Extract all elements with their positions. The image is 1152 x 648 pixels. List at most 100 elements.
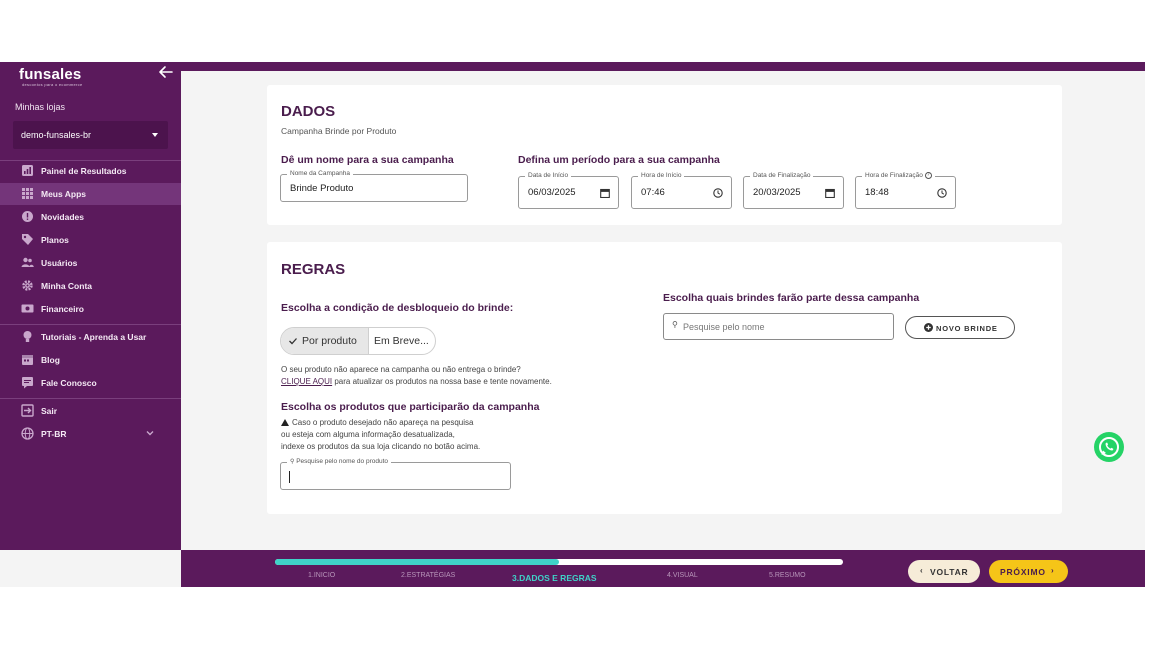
start-time-field[interactable]: Hora de Início 07:46 [631, 172, 732, 209]
store-select-value: demo-funsales-br [21, 130, 92, 140]
sidebar-item-label: Financeiro [41, 304, 84, 314]
sidebar-item-fale-conosco[interactable]: Fale Conosco [0, 372, 181, 394]
clock-icon[interactable] [713, 188, 723, 198]
dados-title: DADOS [281, 103, 336, 120]
campaign-period-heading: Defina um período para a sua campanha [518, 154, 720, 166]
app-window: funsales descontos para o ecommerce Minh… [0, 62, 1145, 587]
step-dados-regras[interactable]: 3.DADOS E REGRAS [512, 573, 597, 583]
warning-line: indexe os produtos da sua loja clicando … [281, 442, 481, 451]
sidebar-item-label: Blog [41, 355, 60, 365]
gifts-heading: Escolha quais brindes farão parte dessa … [663, 292, 920, 304]
lightbulb-icon [23, 331, 32, 342]
warning-note: Caso o produto desejado não apareça na p… [281, 417, 581, 453]
sidebar-item-planos[interactable]: Planos [0, 229, 181, 251]
dashboard-icon [22, 165, 33, 176]
sidebar-item-minha-conta[interactable]: Minha Conta [0, 275, 181, 297]
plus-circle-icon [924, 323, 933, 332]
brand-tagline: descontos para o ecommerce [22, 82, 83, 87]
end-time-field[interactable]: Hora de Finalização ? 18:48 [855, 172, 956, 209]
step-estrategias[interactable]: 2.ESTRATÉGIAS [401, 572, 455, 579]
money-icon [21, 304, 34, 313]
product-missing-note: O seu produto não aparece na campanha ou… [281, 364, 621, 388]
new-gift-label: NOVO BRINDE [936, 324, 998, 333]
step-visual[interactable]: 4.VISUAL [667, 572, 698, 579]
sidebar-item-meus-apps[interactable]: Meus Apps [0, 183, 181, 205]
warning-triangle-icon [281, 419, 289, 426]
product-search-input[interactable]: ⚲ Pesquise pelo nome do produto [280, 458, 511, 490]
sidebar-item-financeiro[interactable]: Financeiro [0, 298, 181, 320]
sidebar-item-usuarios[interactable]: Usuários [0, 252, 181, 274]
chevron-down-icon [146, 431, 154, 436]
apps-grid-icon [22, 188, 33, 199]
back-label: VOLTAR [930, 567, 969, 577]
caret-down-icon [152, 133, 158, 137]
sidebar-item-label: Sair [41, 406, 58, 416]
warning-line: ou esteja com alguma informação desatual… [281, 430, 455, 439]
end-time-legend-text: Hora de Finalização [865, 172, 923, 180]
check-icon [289, 338, 297, 345]
sidebar-item-painel[interactable]: Painel de Resultados [0, 160, 181, 182]
globe-icon [21, 427, 34, 440]
gift-search-input[interactable]: ⚲ Pesquise pelo nome [663, 313, 894, 340]
sidebar-item-novidades[interactable]: Novidades [0, 206, 181, 228]
note-line: CLIQUE AQUI para atualizar os produtos n… [281, 376, 621, 388]
option-por-produto[interactable]: Por produto [281, 328, 369, 354]
start-date-value: 06/03/2025 [528, 187, 576, 198]
sidebar-item-tutoriais[interactable]: Tutoriais - Aprenda a Usar [0, 326, 181, 348]
unlock-condition-toggle: Por produto Em Breve... [280, 327, 436, 355]
note-line: O seu produto não aparece na campanha ou… [281, 365, 521, 374]
chevron-right-icon: › [1051, 566, 1055, 575]
campaign-name-field[interactable]: Nome da Campanha Brinde Produto [280, 170, 468, 202]
end-date-field[interactable]: Data de Finalização 20/03/2025 [743, 172, 844, 209]
search-icon: ⚲ [290, 459, 295, 465]
sidebar-item-label: Novidades [41, 212, 84, 222]
news-icon [22, 211, 33, 222]
help-icon[interactable]: ? [924, 172, 932, 179]
field-legend: Data de Início [525, 172, 572, 179]
sidebar-item-label: Tutoriais - Aprenda a Usar [41, 332, 147, 342]
dados-subtitle: Campanha Brinde por Produto [281, 126, 397, 136]
step-inicio[interactable]: 1.INICIO [308, 572, 335, 579]
logout-icon [21, 404, 34, 417]
gear-icon [22, 280, 33, 291]
collapse-sidebar-arrow-icon[interactable] [158, 64, 174, 80]
new-gift-button[interactable]: NOVO BRINDE [905, 316, 1015, 339]
clock-icon[interactable] [937, 188, 947, 198]
tag-icon [22, 234, 33, 245]
product-search-legend: Pesquise pelo nome do produto [296, 458, 389, 465]
start-time-value: 07:46 [641, 187, 665, 198]
regras-card: REGRAS Escolha a condição de desbloqueio… [267, 242, 1062, 514]
wizard-progress-fill [275, 559, 559, 565]
unlock-condition-heading: Escolha a condição de desbloqueio do bri… [281, 302, 514, 314]
language-select[interactable]: PT-BR [0, 423, 181, 445]
wizard-footer: 1.INICIO 2.ESTRATÉGIAS 3.DADOS E REGRAS … [181, 550, 1145, 587]
calendar-icon [22, 355, 33, 365]
click-here-link[interactable]: CLIQUE AQUI [281, 377, 332, 386]
back-button[interactable]: ‹ VOLTAR [908, 560, 980, 583]
sidebar-item-label: Meus Apps [41, 189, 87, 199]
sidebar-item-blog[interactable]: Blog [0, 349, 181, 371]
regras-title: REGRAS [281, 261, 346, 278]
next-button[interactable]: PRÓXIMO › [989, 560, 1068, 583]
sidebar-item-label: Fale Conosco [41, 378, 97, 388]
campaign-name-heading: Dê um nome para a sua campanha [281, 154, 454, 166]
whatsapp-icon[interactable] [1093, 431, 1125, 463]
calendar-icon[interactable] [825, 188, 835, 198]
field-legend: Hora de Finalização ? [862, 172, 935, 180]
wizard-progress-bar [275, 559, 843, 565]
sidebar: funsales descontos para o ecommerce Minh… [0, 62, 181, 550]
calendar-icon[interactable] [600, 188, 610, 198]
step-resumo[interactable]: 5.RESUMO [769, 572, 806, 579]
option-por-produto-label: Por produto [302, 335, 357, 347]
option-em-breve[interactable]: Em Breve... [374, 335, 429, 347]
field-legend: Nome da Campanha [287, 170, 353, 177]
sidebar-item-label: Planos [41, 235, 69, 245]
store-select[interactable]: demo-funsales-br [13, 121, 168, 149]
start-date-field[interactable]: Data de Início 06/03/2025 [518, 172, 619, 209]
campaign-name-value: Brinde Produto [290, 183, 354, 194]
language-label: PT-BR [41, 429, 67, 439]
end-date-value: 20/03/2025 [753, 187, 801, 198]
sidebar-divider [0, 398, 181, 399]
sidebar-item-sair[interactable]: Sair [0, 400, 181, 422]
warning-line-text: Caso o produto desejado não apareça na p… [292, 418, 474, 427]
